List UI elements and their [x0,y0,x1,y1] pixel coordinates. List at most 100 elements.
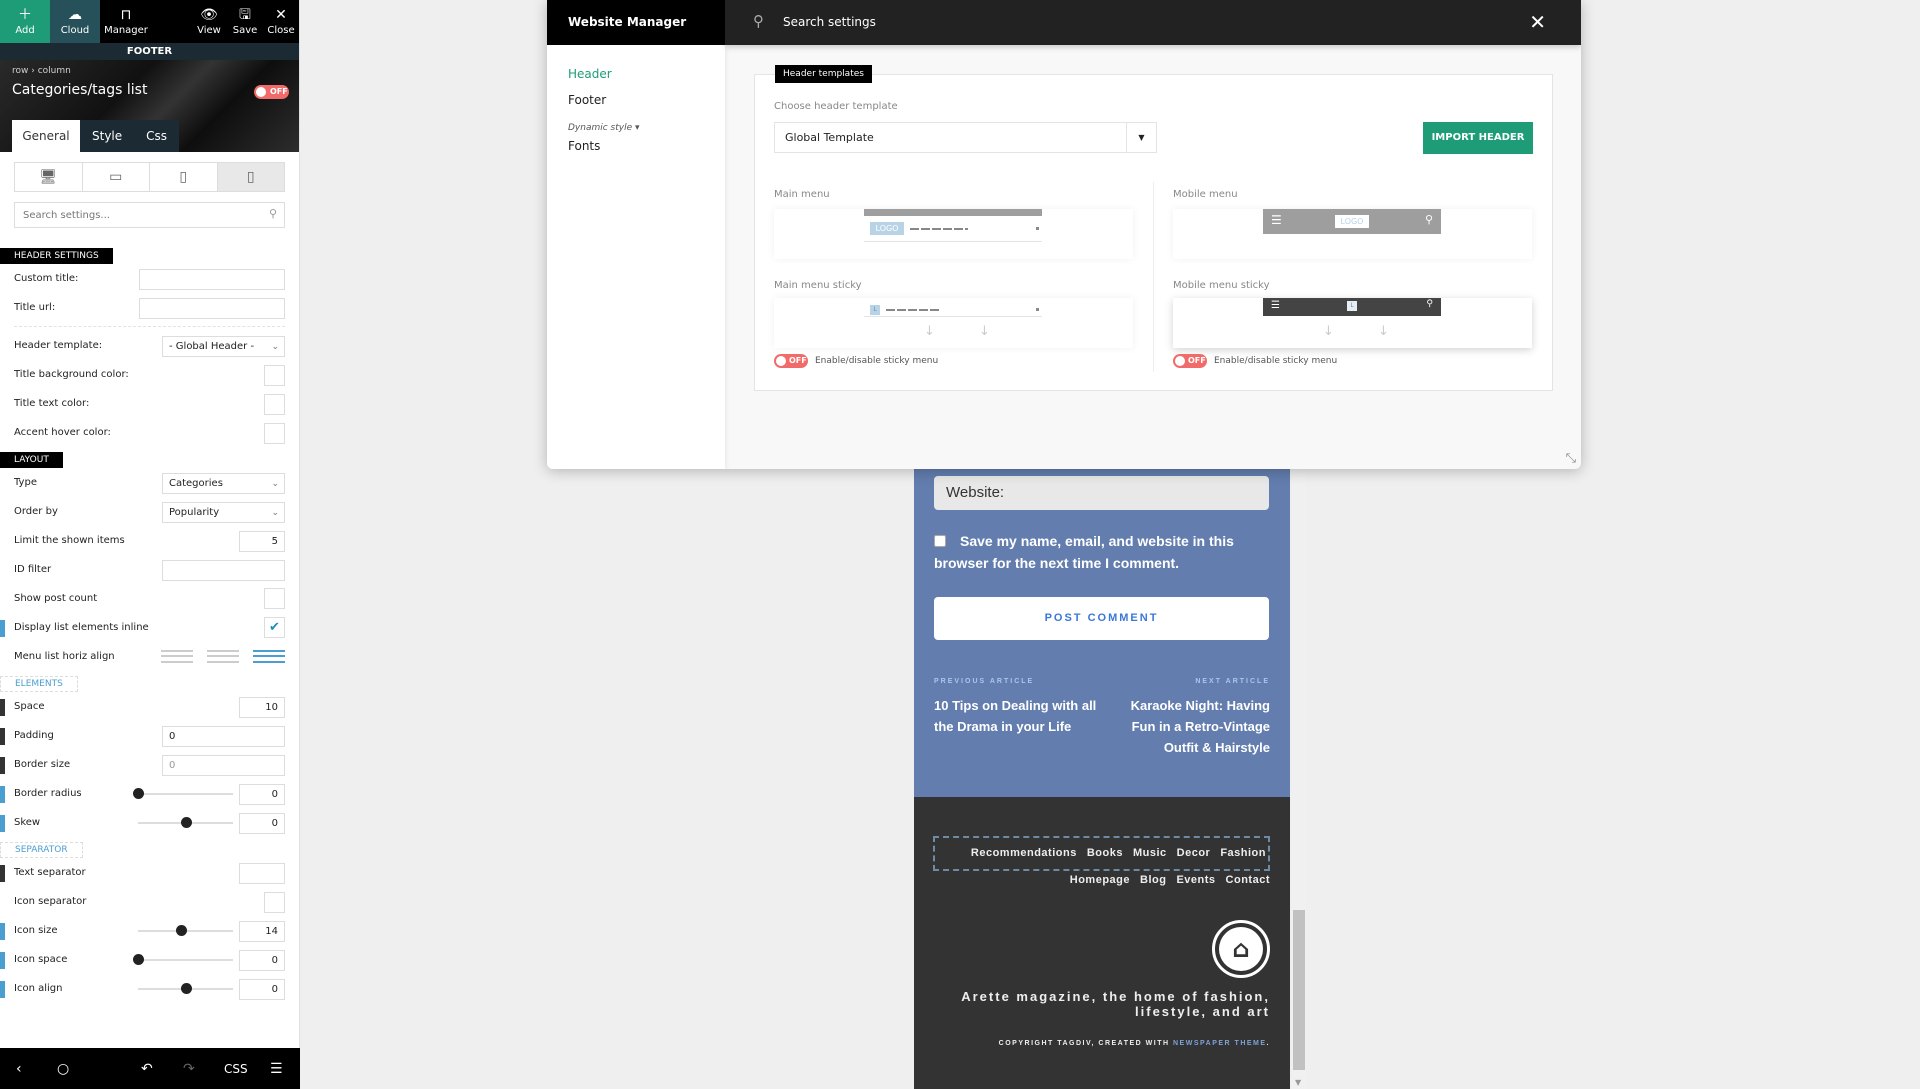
id-filter-input[interactable] [162,560,285,581]
footer-categories-list[interactable]: Recommendations Books Music Decor Fashion [933,836,1270,871]
category-link[interactable]: Music [1133,847,1167,859]
icon-size-slider[interactable] [138,925,233,936]
footer-page-link[interactable]: Events [1176,874,1215,886]
custom-title-input[interactable] [139,269,285,290]
bottom-toolbar: ‹ ○ ↶ ↷ CSS ☰ [0,1048,300,1089]
header-templates-panel: Header templates Choose header template … [754,65,1553,391]
category-link[interactable]: Recommendations [971,847,1077,859]
modified-marker [0,815,5,832]
column-divider [1153,182,1154,372]
align-left-icon[interactable] [161,650,193,663]
type-select[interactable]: Categories ⌄ [162,473,285,494]
view-button[interactable]: 👁 View [191,0,227,43]
topbar-preview [864,209,1042,216]
space-input[interactable]: 10 [239,697,285,718]
title-url-input[interactable] [139,298,285,319]
slider-handle[interactable] [180,983,192,994]
undo-icon[interactable]: ↶ [141,1061,153,1077]
back-icon[interactable]: ‹ [16,1061,22,1077]
separator-title: SEPARATOR [0,842,83,858]
mobile-sticky-toggle[interactable]: OFF [1173,354,1207,368]
icon-size-input[interactable]: 14 [239,921,285,942]
nav-header[interactable]: Header [547,61,725,87]
title-bg-color-picker[interactable] [264,365,285,386]
slider-handle[interactable] [180,817,192,828]
modal-search-input[interactable]: Search settings [783,0,876,45]
text-separator-input[interactable] [239,863,285,884]
redo-icon[interactable]: ↷ [183,1061,195,1077]
settings-search-input[interactable] [15,203,284,228]
save-info-checkbox[interactable] [934,535,946,547]
border-size-input[interactable]: 0 [162,755,285,776]
category-link[interactable]: Books [1087,847,1123,859]
padding-input[interactable]: 0 [162,726,285,747]
caret-down-icon[interactable]: ▼ [1126,123,1156,152]
add-button[interactable]: ＋ Add [0,0,50,43]
header-template-select[interactable]: - Global Header - ⌄ [162,336,285,357]
icon-separator-picker[interactable] [264,892,285,913]
icon-space-input[interactable]: 0 [239,950,285,971]
nav-footer[interactable]: Footer [547,87,725,113]
footer-page-link[interactable]: Blog [1140,874,1166,886]
skew-input[interactable]: 0 [239,813,285,834]
desktop-icon[interactable]: 🖥 [15,163,83,191]
display-inline-checkbox[interactable]: ✔ [264,617,285,638]
title-text-color-picker[interactable] [264,394,285,415]
scrollbar-thumb[interactable] [1293,910,1305,1070]
skew-slider[interactable] [138,817,233,828]
show-post-count-checkbox[interactable] [264,588,285,609]
border-radius-slider[interactable] [133,788,233,799]
resize-icon[interactable]: ⤡ [1566,451,1576,466]
import-header-button[interactable]: IMPORT HEADER [1423,122,1533,154]
main-sticky-preview[interactable]: L ↓ ↓ [774,298,1133,348]
close-icon[interactable]: ✕ [1529,11,1546,33]
icon-align-slider[interactable] [138,983,233,994]
phone-icon[interactable]: ▯ [217,163,284,191]
footer-page-link[interactable]: Homepage [1070,874,1130,886]
next-article-link[interactable]: Karaoke Night: Having Fun in a Retro-Vin… [1105,695,1270,758]
tab-css[interactable]: Css [134,120,180,152]
slider-handle[interactable] [133,788,144,799]
portrait-tablet-icon[interactable]: ▯ [150,163,218,191]
website-manager-modal: Website Manager Header Footer Dynamic st… [547,0,1581,469]
css-button[interactable]: CSS [224,1062,248,1076]
breadcrumb-row[interactable]: row [12,66,28,76]
cloud-button[interactable]: ☁ Cloud [50,0,100,43]
category-link[interactable]: Fashion [1220,847,1266,859]
breadcrumb-column[interactable]: column [38,66,71,76]
manager-button[interactable]: ⊓ Manager [100,0,152,43]
order-by-select[interactable]: Popularity ⌄ [162,502,285,523]
landscape-tablet-icon[interactable]: ▭ [83,163,150,191]
border-radius-input[interactable]: 0 [239,784,285,805]
main-sticky-toggle[interactable]: OFF [774,354,808,368]
slider-handle[interactable] [133,954,144,965]
icon-align-input[interactable]: 0 [239,979,285,1000]
nav-fonts[interactable]: Fonts [547,133,725,159]
menu-icon[interactable]: ☰ [270,1061,283,1077]
newspaper-theme-link[interactable]: NEWSPAPER THEME [1173,1040,1267,1047]
category-link[interactable]: Decor [1177,847,1211,859]
align-center-icon[interactable] [207,650,239,663]
website-field[interactable]: Website: [934,476,1269,510]
icon-space-slider[interactable] [133,954,233,965]
tab-style[interactable]: Style [80,120,135,152]
scroll-down-icon[interactable]: ▼ [1295,1078,1301,1087]
element-toggle[interactable]: OFF [254,85,289,99]
align-right-icon[interactable] [253,650,285,663]
post-comment-button[interactable]: POST COMMENT [934,597,1269,640]
mobile-sticky-preview[interactable]: ☰ L ⚲ ↓ ↓ [1173,298,1532,348]
main-menu-preview[interactable]: LOGO [774,209,1133,259]
nav-dynamic-style[interactable]: Dynamic style ▾ [547,123,725,133]
limit-items-input[interactable]: 5 [239,531,285,552]
tab-general[interactable]: General [12,120,80,152]
mobile-menu-preview[interactable]: ☰ LOGO ⚲ [1173,209,1532,259]
close-button[interactable]: ✕ Close [263,0,299,43]
save-button[interactable]: 🖫 Save [227,0,263,43]
accent-hover-color-picker[interactable] [264,423,285,444]
footer-page-link[interactable]: Contact [1226,874,1270,886]
circle-icon[interactable]: ○ [57,1061,69,1077]
previous-article-link[interactable]: 10 Tips on Dealing with all the Drama in… [934,695,1099,737]
template-select[interactable]: Global Template ▼ [774,122,1157,153]
footer-logo[interactable]: ⌂ [1212,920,1270,978]
slider-handle[interactable] [175,925,187,936]
